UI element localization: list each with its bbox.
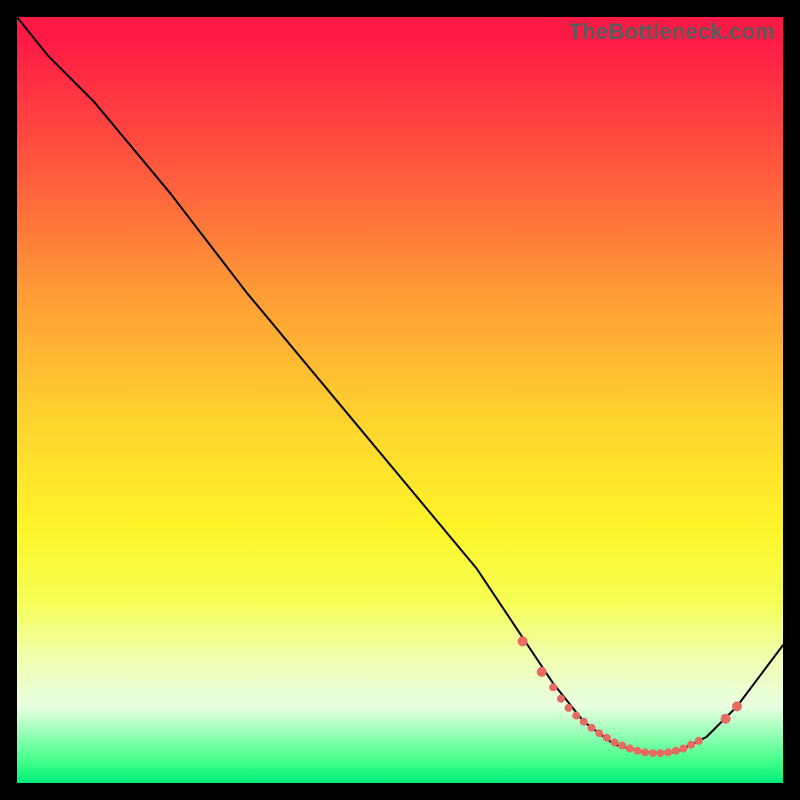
marker-dot [641, 748, 649, 756]
marker-dot [687, 741, 695, 749]
marker-dot [656, 749, 664, 757]
marker-dot [580, 718, 588, 726]
marker-dot [721, 714, 731, 724]
marker-dot [664, 748, 672, 756]
marker-dot [557, 695, 565, 703]
bottleneck-curve [17, 17, 783, 752]
marker-dot [649, 749, 657, 757]
marker-dot [549, 683, 557, 691]
marker-dot [618, 742, 626, 750]
marker-dot [626, 745, 634, 753]
chart-svg [17, 17, 783, 783]
marker-dot [679, 745, 687, 753]
marker-dot [572, 712, 580, 720]
marker-dot [672, 747, 680, 755]
marker-dot [611, 738, 619, 746]
marker-dot [537, 667, 547, 677]
marker-dot [565, 704, 573, 712]
marker-dots [518, 636, 742, 757]
marker-dot [518, 636, 528, 646]
marker-dot [695, 737, 703, 745]
marker-dot [732, 701, 742, 711]
marker-dot [588, 724, 596, 732]
marker-dot [634, 747, 642, 755]
chart-area: TheBottleneck.com [17, 17, 783, 783]
marker-dot [603, 734, 611, 742]
marker-dot [595, 729, 603, 737]
